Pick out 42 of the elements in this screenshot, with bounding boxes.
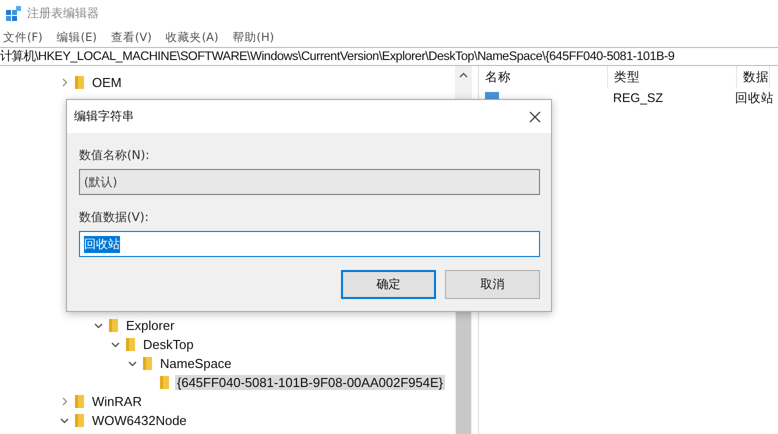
folder-icon	[74, 75, 85, 90]
column-header[interactable]: 数据	[737, 66, 770, 88]
address-bar[interactable]: 计算机\HKEY_LOCAL_MACHINE\SOFTWARE\Windows\CurrentVersion\Explorer\DeskTop\NameSpace\{645FF040-5081-101B-9	[0, 47, 778, 66]
collapse-chevron-icon[interactable]	[111, 340, 120, 349]
column-header[interactable]: 类型	[608, 66, 737, 88]
menu-item[interactable]: 查看(V)	[110, 30, 152, 44]
tree-item[interactable]: WOW6432Node	[90, 413, 189, 428]
close-icon[interactable]	[529, 110, 541, 122]
registry-app-icon	[5, 6, 21, 22]
folder-icon	[142, 356, 153, 371]
expand-chevron-icon[interactable]	[60, 78, 69, 87]
folder-icon	[125, 337, 136, 352]
cancel-button[interactable]: 取消	[445, 270, 540, 299]
expand-chevron-icon[interactable]	[60, 397, 69, 406]
table-cell-text: REG_SZ	[612, 91, 664, 105]
tree-item[interactable]: DeskTop	[141, 337, 196, 352]
menu-item[interactable]: 帮助(H)	[232, 30, 274, 44]
window-title: 注册表编辑器	[27, 5, 99, 22]
scroll-up-icon[interactable]	[459, 72, 468, 78]
dialog-title: 编辑字符串	[74, 108, 134, 125]
folder-icon	[74, 394, 85, 409]
folder-icon	[108, 318, 119, 333]
tree-item[interactable]: Explorer	[124, 318, 176, 333]
table-cell-text: 回收站	[734, 90, 774, 106]
collapse-chevron-icon[interactable]	[60, 416, 69, 425]
field-label: 数值名称(N):	[79, 147, 150, 163]
ok-button[interactable]: 确定	[341, 270, 436, 299]
column-header[interactable]: 名称	[479, 66, 608, 88]
collapse-chevron-icon[interactable]	[128, 359, 137, 368]
field-label: 数值数据(V):	[79, 209, 150, 225]
tree-item[interactable]: {645FF040-5081-101B-9F08-00AA002F954E}	[175, 375, 445, 390]
collapse-chevron-icon[interactable]	[94, 321, 103, 330]
menu-item[interactable]: 收藏夹(A)	[166, 30, 219, 44]
menu-item[interactable]: 文件(F)	[3, 30, 43, 44]
folder-icon	[159, 375, 170, 390]
tree-item[interactable]: WinRAR	[90, 394, 144, 409]
value-name-field[interactable]: (默认)	[79, 169, 540, 195]
folder-icon	[74, 413, 85, 428]
tree-item[interactable]: OEM	[90, 75, 124, 90]
menu-item[interactable]: 编辑(E)	[56, 30, 97, 44]
tree-item[interactable]: NameSpace	[158, 356, 234, 371]
value-data-field[interactable]: 回收站	[79, 231, 540, 257]
